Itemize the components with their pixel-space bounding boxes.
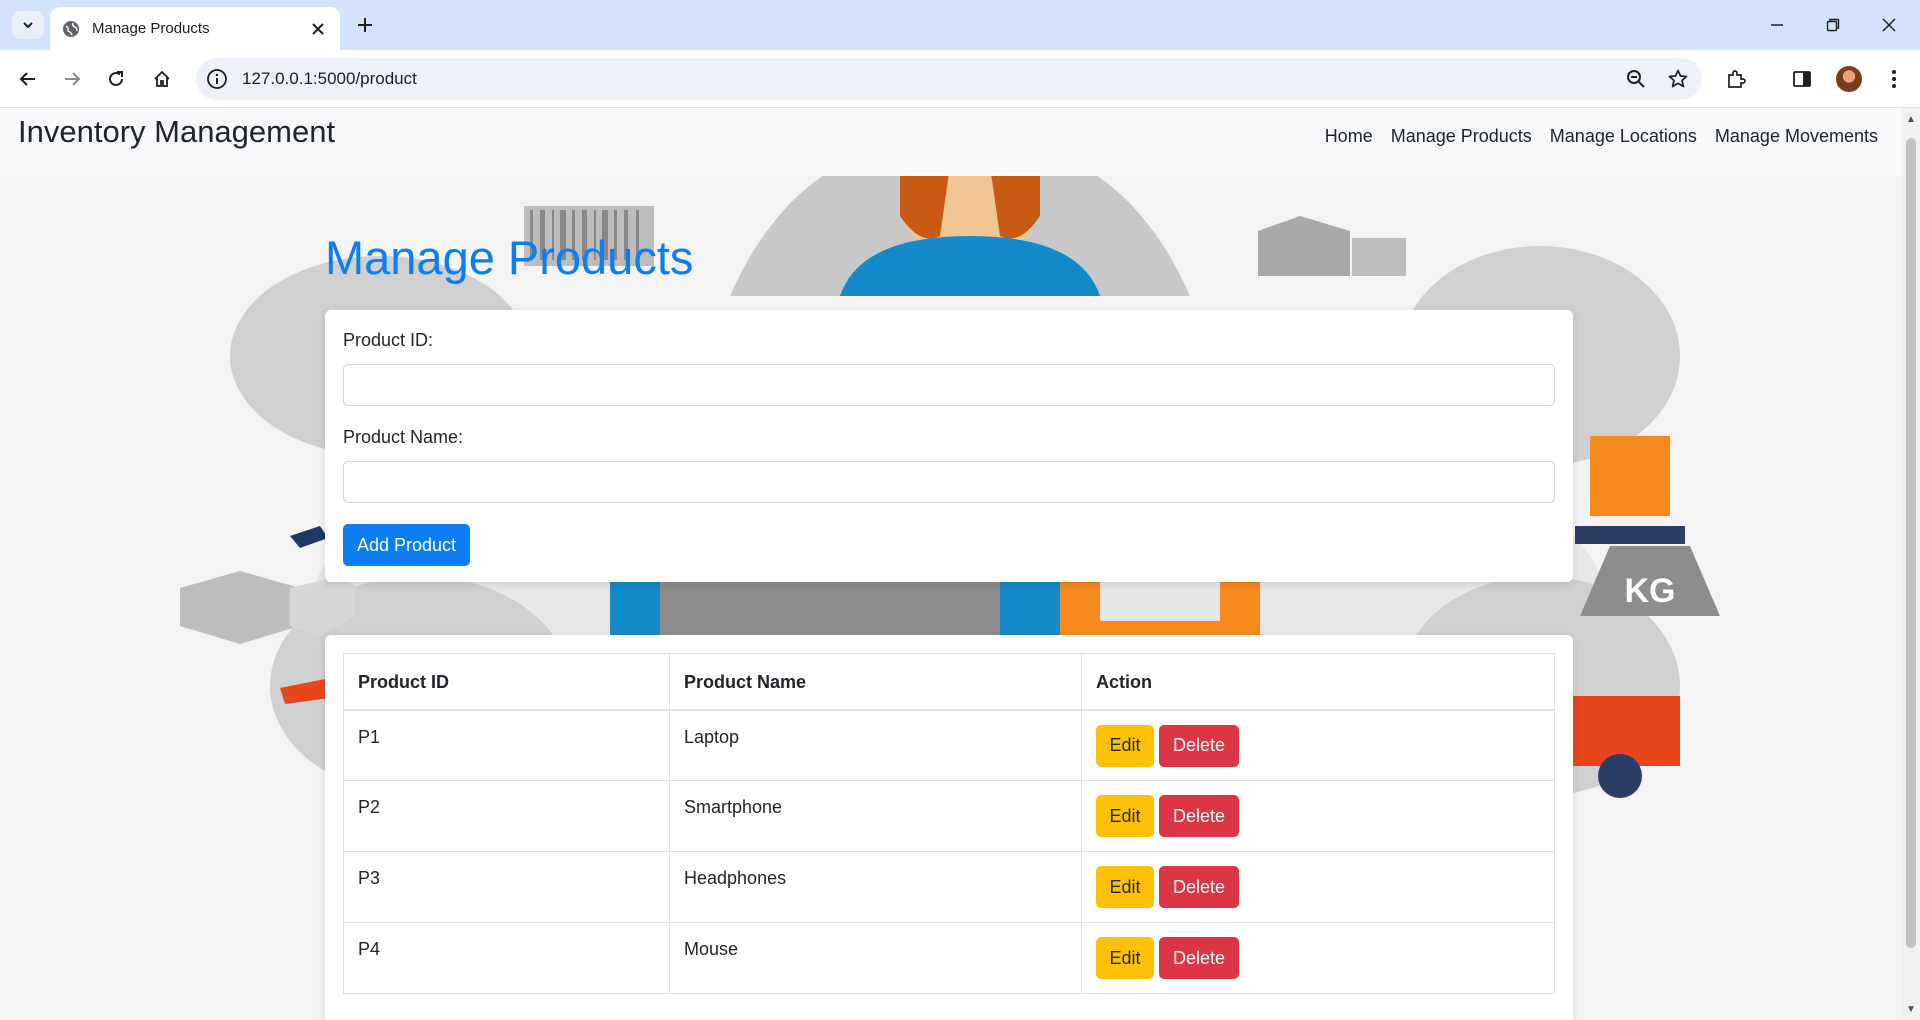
site-navbar: Inventory Management Home Manage Product… [0, 108, 1902, 176]
add-product-form: Product ID: Product Name: Add Product [325, 310, 1573, 582]
url-text[interactable]: 127.0.0.1:5000/product [242, 69, 1618, 89]
home-button[interactable] [146, 63, 178, 95]
browser-menu-button[interactable] [1878, 63, 1910, 95]
close-icon [1882, 18, 1896, 32]
delete-button[interactable]: Delete [1159, 795, 1239, 837]
cell-actions: Edit Delete [1081, 922, 1555, 994]
info-icon [207, 69, 227, 89]
side-panel-icon [1793, 71, 1811, 87]
profile-avatar[interactable] [1836, 66, 1862, 92]
chevron-down-icon [23, 22, 33, 29]
cell-product-name: Smartphone [669, 780, 1082, 852]
site-brand[interactable]: Inventory Management [18, 114, 335, 150]
more-vert-icon [1892, 70, 1896, 88]
cell-product-name: Mouse [669, 922, 1082, 994]
back-button[interactable] [12, 63, 44, 95]
nav-link-home[interactable]: Home [1325, 126, 1373, 147]
table-row: P4 Mouse Edit Delete [343, 922, 1555, 994]
plus-icon [358, 18, 372, 32]
column-header-action: Action [1081, 653, 1555, 711]
delete-button[interactable]: Delete [1159, 937, 1239, 979]
side-panel-button[interactable] [1786, 63, 1818, 95]
tab-search-button[interactable] [12, 11, 44, 39]
globe-icon [63, 20, 79, 37]
product-id-input[interactable] [343, 364, 1555, 406]
scrollbar-thumb[interactable] [1906, 138, 1916, 948]
browser-toolbar: 127.0.0.1:5000/product [0, 50, 1920, 108]
product-id-label: Product ID: [343, 330, 434, 350]
home-icon [154, 70, 170, 87]
zoom-icon [1627, 70, 1645, 88]
column-header-product-id: Product ID [343, 653, 670, 711]
cell-product-id: P1 [343, 709, 670, 781]
restore-icon [1826, 18, 1840, 32]
edit-button[interactable]: Edit [1096, 937, 1154, 979]
scroll-down-arrow[interactable]: ▼ [1906, 1004, 1916, 1015]
edit-button[interactable]: Edit [1096, 724, 1154, 767]
close-window-button[interactable] [1864, 8, 1914, 42]
product-name-input[interactable] [343, 461, 1555, 503]
cell-product-name: Laptop [669, 709, 1082, 781]
arrow-right-icon [65, 72, 81, 86]
products-table-card: Product ID Product Name Action P1 Laptop… [325, 635, 1573, 1020]
restore-button[interactable] [1808, 8, 1858, 42]
minimize-button[interactable] [1752, 8, 1802, 42]
svg-text:KG: KG [1625, 572, 1676, 610]
reload-icon [109, 71, 123, 86]
extensions-button[interactable] [1720, 63, 1752, 95]
scroll-up-arrow[interactable]: ▲ [1906, 114, 1916, 125]
table-row: P2 Smartphone Edit Delete [343, 780, 1555, 852]
star-icon [1668, 69, 1688, 88]
delete-button[interactable]: Delete [1159, 866, 1239, 908]
table-row: P1 Laptop Edit Delete [343, 709, 1555, 781]
forward-button[interactable] [56, 63, 88, 95]
cell-actions: Edit Delete [1081, 780, 1555, 852]
edit-button[interactable]: Edit [1096, 795, 1154, 837]
arrow-left-icon [19, 72, 35, 86]
table-row: P3 Headphones Edit Delete [343, 851, 1555, 923]
delete-button[interactable]: Delete [1159, 724, 1239, 767]
products-table: Product ID Product Name Action P1 Laptop… [343, 653, 1555, 994]
product-name-label: Product Name: [343, 427, 464, 447]
page-viewport: KG Inventory Management Home Manage Prod… [0, 108, 1902, 1020]
cell-product-id: P4 [343, 922, 670, 994]
minimize-icon [1771, 24, 1783, 26]
close-icon [312, 22, 324, 35]
nav-link-manage-movements[interactable]: Manage Movements [1715, 126, 1878, 147]
browser-tabbar: Manage Products [0, 0, 1920, 50]
cell-actions: Edit Delete [1081, 709, 1555, 781]
cell-product-id: P3 [343, 851, 670, 923]
tab-close-button[interactable] [308, 19, 328, 39]
new-tab-button[interactable] [352, 12, 378, 38]
browser-tab-active[interactable]: Manage Products [50, 7, 340, 50]
edit-button[interactable]: Edit [1096, 866, 1154, 908]
cell-actions: Edit Delete [1081, 851, 1555, 923]
page-scrollbar[interactable]: ▲ ▼ [1902, 108, 1920, 1020]
page-title: Manage Products [325, 231, 694, 284]
cell-product-id: P2 [343, 780, 670, 852]
zoom-button[interactable] [1618, 61, 1654, 97]
address-bar[interactable]: 127.0.0.1:5000/product [196, 58, 1702, 100]
cell-product-name: Headphones [669, 851, 1082, 923]
puzzle-icon [1728, 70, 1746, 88]
reload-button[interactable] [100, 63, 132, 95]
nav-link-manage-locations[interactable]: Manage Locations [1550, 126, 1697, 147]
site-nav-links: Home Manage Products Manage Locations Ma… [1325, 126, 1878, 147]
bookmark-button[interactable] [1660, 61, 1696, 97]
column-header-product-name: Product Name [669, 653, 1082, 711]
add-product-button[interactable]: Add Product [343, 524, 471, 566]
nav-link-manage-products[interactable]: Manage Products [1391, 126, 1532, 147]
tab-title: Manage Products [92, 20, 210, 37]
table-header-row: Product ID Product Name Action [343, 653, 1555, 711]
